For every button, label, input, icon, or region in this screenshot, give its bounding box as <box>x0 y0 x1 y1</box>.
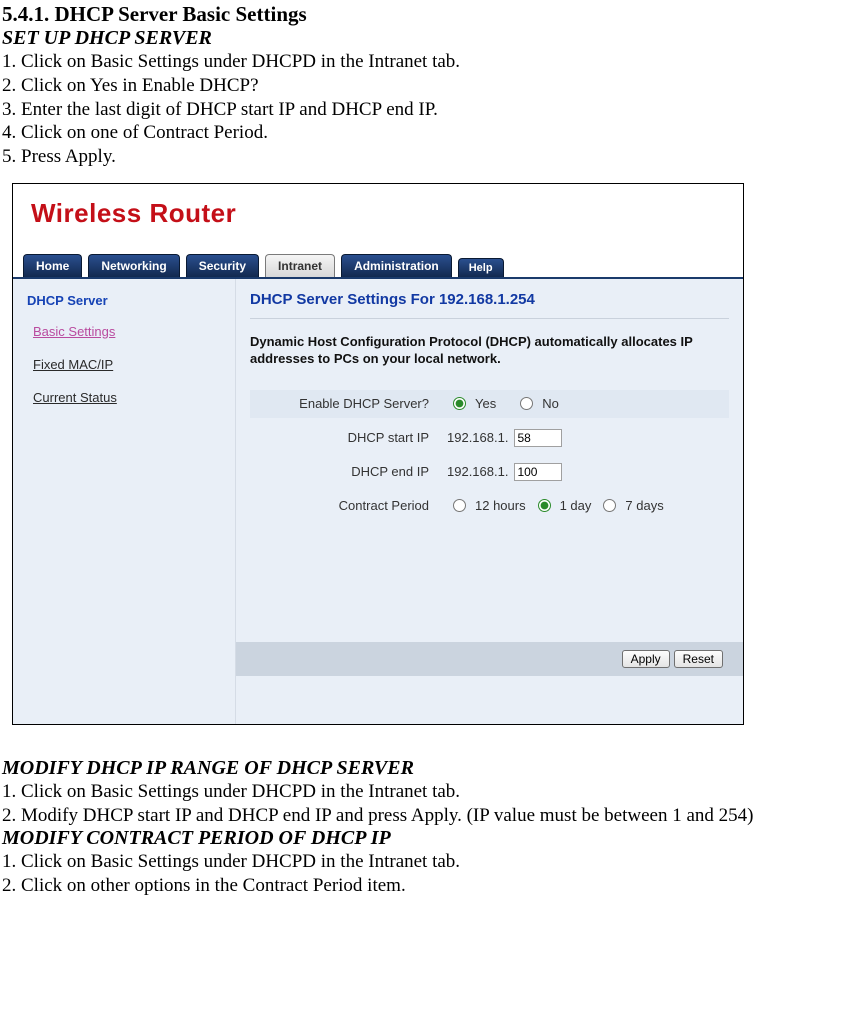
action-bar: Apply Reset <box>236 642 743 676</box>
input-dhcp-start[interactable] <box>514 429 562 447</box>
row-enable-dhcp: Enable DHCP Server? Yes No <box>250 390 729 418</box>
radio-label-1d: 1 day <box>560 498 592 513</box>
setup-step: 3. Enter the last digit of DHCP start IP… <box>2 98 865 122</box>
label-contract-period: Contract Period <box>254 498 447 513</box>
sidebar-item-fixed-mac-ip[interactable]: Fixed MAC/IP <box>33 357 227 372</box>
setup-step: 1. Click on Basic Settings under DHCPD i… <box>2 50 865 74</box>
modify-range-step: 1. Click on Basic Settings under DHCPD i… <box>2 780 865 804</box>
setup-step: 5. Press Apply. <box>2 145 865 169</box>
label-dhcp-end: DHCP end IP <box>254 464 447 479</box>
subsection-modify-contract: MODIFY CONTRACT PERIOD OF DHCP IP <box>2 827 865 850</box>
app-body: DHCP Server Basic Settings Fixed MAC/IP … <box>13 277 743 724</box>
ip-prefix-start: 192.168.1. <box>447 430 508 445</box>
radio-label-7d: 7 days <box>625 498 663 513</box>
row-dhcp-start: DHCP start IP 192.168.1. <box>250 424 729 452</box>
router-header: Wireless Router <box>13 184 743 247</box>
row-dhcp-end: DHCP end IP 192.168.1. <box>250 458 729 486</box>
content-description: Dynamic Host Configuration Protocol (DHC… <box>250 333 729 368</box>
sidebar-title: DHCP Server <box>27 293 227 308</box>
apply-button[interactable]: Apply <box>622 650 670 668</box>
label-enable-dhcp: Enable DHCP Server? <box>254 396 447 411</box>
input-dhcp-end[interactable] <box>514 463 562 481</box>
label-dhcp-start: DHCP start IP <box>254 430 447 445</box>
ip-prefix-end: 192.168.1. <box>447 464 508 479</box>
setup-step: 4. Click on one of Contract Period. <box>2 121 865 145</box>
subsection-modify-range: MODIFY DHCP IP RANGE OF DHCP SERVER <box>2 757 865 780</box>
tab-help[interactable]: Help <box>458 258 504 277</box>
tab-intranet[interactable]: Intranet <box>265 254 335 277</box>
tab-home[interactable]: Home <box>23 254 82 277</box>
router-screenshot: Wireless Router Home Networking Security… <box>12 183 744 725</box>
sidebar-item-basic-settings[interactable]: Basic Settings <box>33 324 227 339</box>
section-heading: 5.4.1. DHCP Server Basic Settings <box>2 2 865 27</box>
sidebar: DHCP Server Basic Settings Fixed MAC/IP … <box>13 279 236 724</box>
radio-contract-7d[interactable] <box>603 499 616 512</box>
radio-contract-1d[interactable] <box>538 499 551 512</box>
content-title: DHCP Server Settings For 192.168.1.254 <box>250 291 729 319</box>
reset-button[interactable]: Reset <box>674 650 723 668</box>
tab-security[interactable]: Security <box>186 254 259 277</box>
router-logo: Wireless Router <box>31 198 236 228</box>
radio-enable-yes[interactable] <box>453 397 466 410</box>
radio-label-12h: 12 hours <box>475 498 526 513</box>
radio-enable-no[interactable] <box>520 397 533 410</box>
subsection-setup: SET UP DHCP SERVER <box>2 27 865 50</box>
radio-label-no: No <box>542 396 559 411</box>
setup-step: 2. Click on Yes in Enable DHCP? <box>2 74 865 98</box>
tab-networking[interactable]: Networking <box>88 254 179 277</box>
radio-contract-12h[interactable] <box>453 499 466 512</box>
content-panel: DHCP Server Settings For 192.168.1.254 D… <box>236 279 743 724</box>
tab-administration[interactable]: Administration <box>341 254 452 277</box>
modify-contract-step: 2. Click on other options in the Contrac… <box>2 874 865 898</box>
modify-contract-step: 1. Click on Basic Settings under DHCPD i… <box>2 850 865 874</box>
tab-bar: Home Networking Security Intranet Admini… <box>13 247 743 277</box>
row-contract-period: Contract Period 12 hours 1 day 7 days <box>250 492 729 520</box>
sidebar-item-current-status[interactable]: Current Status <box>33 390 227 405</box>
modify-range-step: 2. Modify DHCP start IP and DHCP end IP … <box>2 804 865 828</box>
radio-label-yes: Yes <box>475 396 496 411</box>
